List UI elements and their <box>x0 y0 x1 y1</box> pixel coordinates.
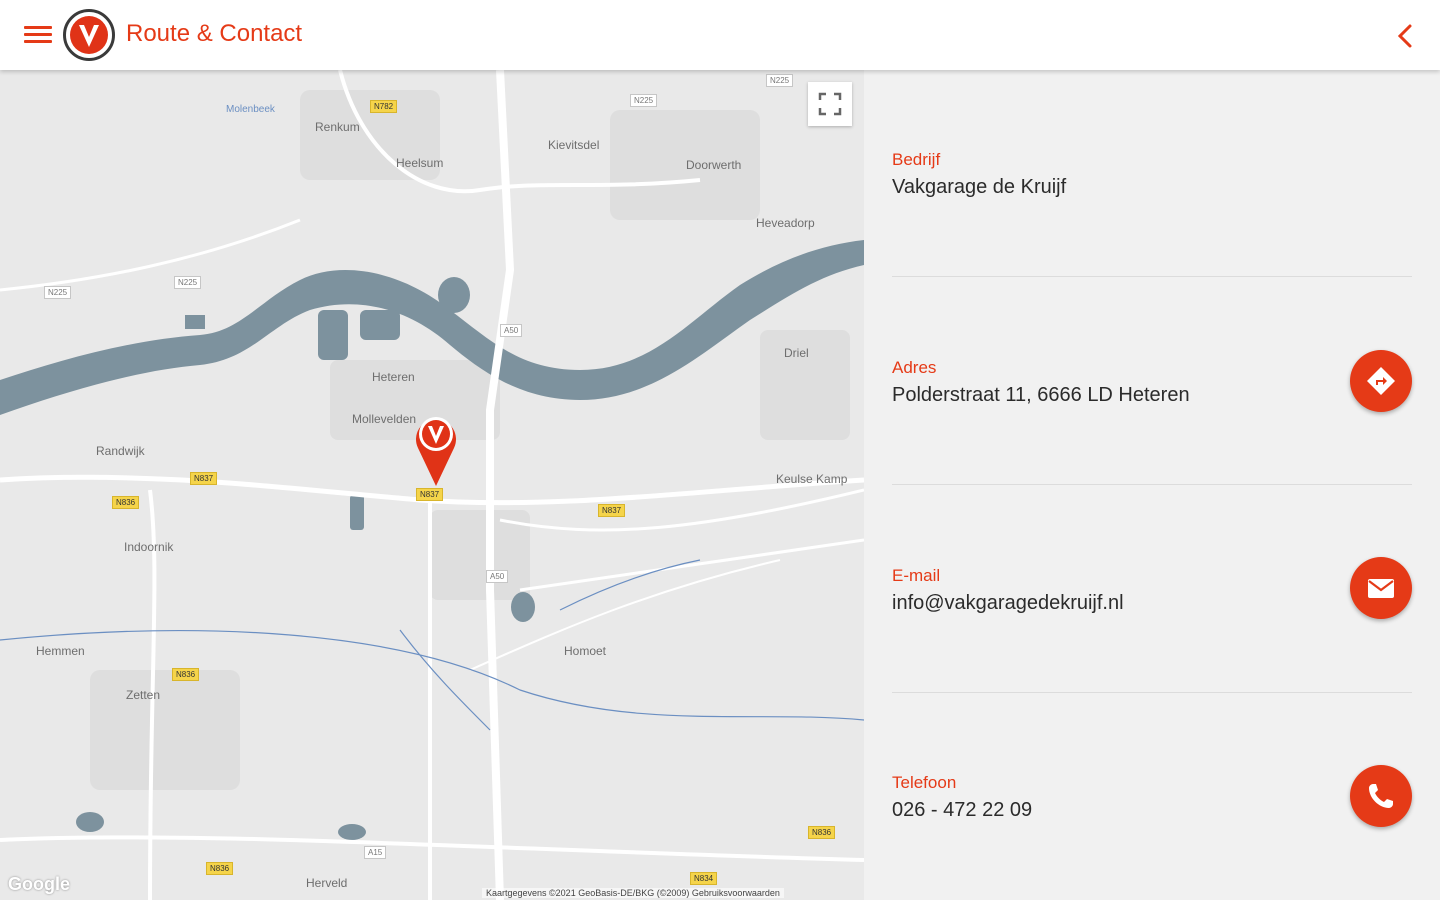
call-button[interactable] <box>1350 765 1412 827</box>
road-badge: A50 <box>486 570 509 583</box>
directions-button[interactable] <box>1350 350 1412 412</box>
map-label: Kievitsdel <box>548 138 600 152</box>
road-badge: N836 <box>808 826 836 839</box>
map-label: Herveld <box>306 876 348 890</box>
phone-value[interactable]: 026 - 472 22 09 <box>892 799 1412 822</box>
fullscreen-button[interactable] <box>808 82 852 126</box>
road-badge: N225 <box>630 94 658 107</box>
road-badge: N834 <box>690 872 718 885</box>
map-label: Mollevelden <box>352 412 417 426</box>
map-attribution[interactable]: Kaartgegevens ©2021 GeoBasis-DE/BKG (©20… <box>482 888 784 898</box>
mail-icon <box>1368 579 1394 598</box>
phone-icon <box>1369 784 1393 808</box>
email-value[interactable]: info@vakgaragedekruijf.nl <box>892 592 1412 615</box>
road-badge: N225 <box>44 286 72 299</box>
vakgarage-logo <box>63 9 115 61</box>
map-label: Heelsum <box>396 156 444 170</box>
road-badge: A15 <box>364 846 387 859</box>
road-badge: A50 <box>500 324 523 337</box>
fullscreen-icon <box>818 92 842 116</box>
email-button[interactable] <box>1350 557 1412 619</box>
company-section: Bedrijf Vakgarage de Kruijf <box>892 150 1412 199</box>
email-section: E-mail info@vakgaragedekruijf.nl <box>892 566 1412 615</box>
map-label: Hemmen <box>36 644 85 658</box>
road-badge: N836 <box>206 862 234 875</box>
divider <box>892 484 1412 485</box>
map-label: Driel <box>784 346 809 360</box>
map-label: Heteren <box>372 370 415 384</box>
map-label: Zetten <box>126 688 161 702</box>
map-label: Randwijk <box>96 444 145 458</box>
map-label: Renkum <box>315 120 360 134</box>
road-badge: N225 <box>766 74 794 87</box>
chevron-left-icon[interactable] <box>1392 22 1420 50</box>
contact-panel: Bedrijf Vakgarage de Kruijf Adres Polder… <box>864 70 1440 900</box>
phone-section: Telefoon 026 - 472 22 09 <box>892 773 1412 822</box>
company-value: Vakgarage de Kruijf <box>892 176 1067 198</box>
road-badge: N837 <box>598 504 626 517</box>
map-label: Doorwerth <box>686 158 742 172</box>
app-bar: Route & Contact <box>0 0 1440 70</box>
location-pin-icon[interactable] <box>410 410 462 490</box>
road-badge: N836 <box>172 668 200 681</box>
page-title: Route & Contact <box>126 20 303 47</box>
map-label: Molenbeek <box>226 104 275 115</box>
divider <box>892 692 1412 693</box>
address-value: Polderstraat 11, 6666 LD Heteren <box>892 384 1190 406</box>
hamburger-menu-icon[interactable] <box>24 22 52 48</box>
address-label: Adres <box>892 358 937 377</box>
divider <box>892 276 1412 277</box>
phone-label: Telefoon <box>892 773 957 792</box>
road-badge: N837 <box>190 472 218 485</box>
address-section: Adres Polderstraat 11, 6666 LD Heteren <box>892 358 1412 407</box>
road-badge: N836 <box>112 496 140 509</box>
map-label: Heveadorp <box>756 216 815 230</box>
directions-icon <box>1367 367 1395 395</box>
road-badge: N782 <box>370 100 398 113</box>
company-label: Bedrijf <box>892 150 941 169</box>
map-view[interactable]: Renkum Heelsum Kievitsdel Doorwerth Heve… <box>0 70 864 900</box>
email-label: E-mail <box>892 566 941 585</box>
map-label: Indoornik <box>124 540 174 554</box>
map-label: Homoet <box>564 644 607 658</box>
google-logo: Google <box>8 874 70 894</box>
road-badge: N225 <box>174 276 202 289</box>
map-label: Keulse Kamp <box>776 472 848 486</box>
